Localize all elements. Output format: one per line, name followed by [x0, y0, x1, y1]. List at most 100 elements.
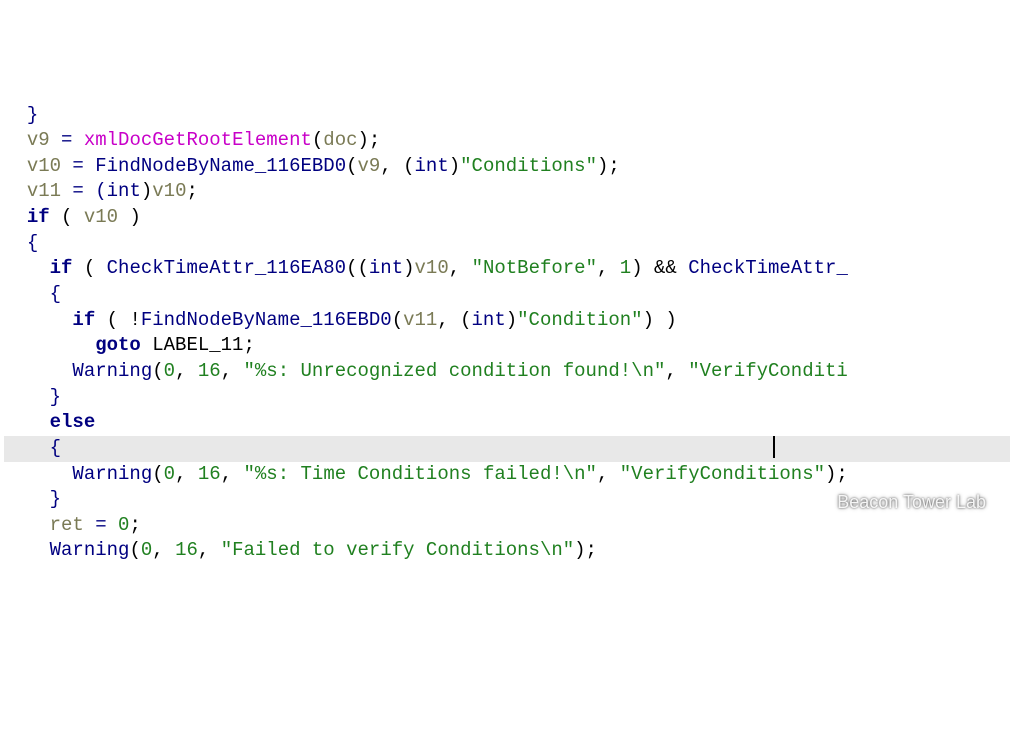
code-token: LABEL_11 — [152, 334, 243, 356]
code-token: ( — [72, 257, 106, 279]
code-token: = — [84, 514, 118, 536]
text-cursor — [773, 436, 775, 458]
code-token: 0 — [141, 539, 152, 561]
code-token: ) — [403, 257, 414, 279]
code-token: ; — [243, 334, 254, 356]
code-token: v10 — [152, 180, 186, 202]
code-line[interactable]: { — [4, 231, 1010, 257]
code-token: Warning — [72, 360, 152, 382]
code-token: ) — [506, 309, 517, 331]
code-line[interactable]: else — [4, 410, 1010, 436]
code-token: , — [198, 539, 221, 561]
code-line[interactable]: v10 = FindNodeByName_116EBD0(v9, (int)"C… — [4, 154, 1010, 180]
code-token: 0 — [164, 463, 175, 485]
code-token: 0 — [118, 514, 129, 536]
code-token: doc — [323, 129, 357, 151]
code-token: 16 — [175, 539, 198, 561]
code-token: v10 — [84, 206, 118, 228]
code-token: FindNodeByName_116EBD0 — [141, 309, 392, 331]
code-token: , — [175, 463, 198, 485]
code-token: 0 — [164, 360, 175, 382]
code-token: (( — [346, 257, 369, 279]
code-token: ); — [574, 539, 597, 561]
code-line[interactable]: } — [4, 487, 1010, 513]
code-line[interactable]: v11 = (int)v10; — [4, 179, 1010, 205]
code-token: "Conditions" — [460, 155, 597, 177]
code-token: v11 — [403, 309, 437, 331]
code-token: } — [50, 386, 61, 408]
code-token: , — [597, 257, 620, 279]
code-line[interactable]: ret = 0; — [4, 513, 1010, 539]
code-token: ( — [392, 309, 403, 331]
code-token: } — [27, 104, 38, 126]
code-token: ); — [597, 155, 620, 177]
code-token: ); — [358, 129, 381, 151]
code-token: v9 — [27, 129, 50, 151]
code-token: CheckTimeAttr_116EA80 — [107, 257, 346, 279]
code-token: , — [152, 539, 175, 561]
code-token: ) — [118, 206, 141, 228]
code-line[interactable]: goto LABEL_11; — [4, 333, 1010, 359]
code-token: CheckTimeAttr_ — [688, 257, 848, 279]
code-token: v11 — [27, 180, 61, 202]
code-line[interactable]: Warning(0, 16, "%s: Time Conditions fail… — [4, 462, 1010, 488]
code-token: int — [415, 155, 449, 177]
code-line[interactable]: { — [4, 282, 1010, 308]
code-token: if — [72, 309, 95, 331]
code-token: ( — [312, 129, 323, 151]
code-token: "VerifyConditions" — [620, 463, 825, 485]
code-token: "NotBefore" — [472, 257, 597, 279]
code-token: , — [665, 360, 688, 382]
code-token: ( — [129, 539, 140, 561]
code-token: { — [50, 437, 61, 459]
code-token: Warning — [72, 463, 152, 485]
code-token: FindNodeByName_116EBD0 — [95, 155, 346, 177]
code-token: int — [369, 257, 403, 279]
code-token: , — [221, 360, 244, 382]
code-line[interactable]: { — [4, 436, 1010, 462]
code-token: xmlDocGetRootElement — [84, 129, 312, 151]
code-token: ) && — [631, 257, 688, 279]
code-token: "VerifyConditi — [688, 360, 848, 382]
code-token: "%s: Time Conditions failed!\n" — [244, 463, 597, 485]
code-token: } — [50, 488, 61, 510]
code-token: int — [472, 309, 506, 331]
code-token: ret — [50, 514, 84, 536]
code-token: { — [50, 283, 61, 305]
code-token: v10 — [415, 257, 449, 279]
code-token: ( — [50, 206, 84, 228]
code-line[interactable]: if ( !FindNodeByName_116EBD0(v11, (int)"… — [4, 308, 1010, 334]
code-token: Warning — [50, 539, 130, 561]
code-token: goto — [95, 334, 141, 356]
code-token: = — [50, 129, 84, 151]
code-token: ( — [152, 463, 163, 485]
code-token: 16 — [198, 360, 221, 382]
code-token: ( — [152, 360, 163, 382]
code-token: { — [27, 232, 38, 254]
code-line[interactable]: Warning(0, 16, "%s: Unrecognized conditi… — [4, 359, 1010, 385]
code-token: 1 — [620, 257, 631, 279]
code-token: int — [107, 180, 141, 202]
code-line[interactable]: } — [4, 103, 1010, 129]
code-token: "Failed to verify Conditions\n" — [221, 539, 574, 561]
code-token — [141, 334, 152, 356]
code-line[interactable]: if ( v10 ) — [4, 205, 1010, 231]
code-line[interactable]: Warning(0, 16, "Failed to verify Conditi… — [4, 538, 1010, 564]
code-token: "%s: Unrecognized condition found!\n" — [244, 360, 666, 382]
code-line[interactable]: if ( CheckTimeAttr_116EA80((int)v10, "No… — [4, 256, 1010, 282]
code-token: , — [597, 463, 620, 485]
code-token: ; — [186, 180, 197, 202]
code-token: , — [175, 360, 198, 382]
code-token: ( ! — [95, 309, 141, 331]
code-line[interactable]: } — [4, 385, 1010, 411]
code-token: , ( — [380, 155, 414, 177]
code-line[interactable]: v9 = xmlDocGetRootElement(doc); — [4, 128, 1010, 154]
code-token: ) — [449, 155, 460, 177]
code-token: "Condition" — [517, 309, 642, 331]
code-token: else — [50, 411, 96, 433]
code-token: ; — [129, 514, 140, 536]
code-editor[interactable]: } v9 = xmlDocGetRootElement(doc); v10 = … — [0, 103, 1010, 565]
code-token: = ( — [61, 180, 107, 202]
code-token: v9 — [358, 155, 381, 177]
code-token: ) ) — [643, 309, 677, 331]
